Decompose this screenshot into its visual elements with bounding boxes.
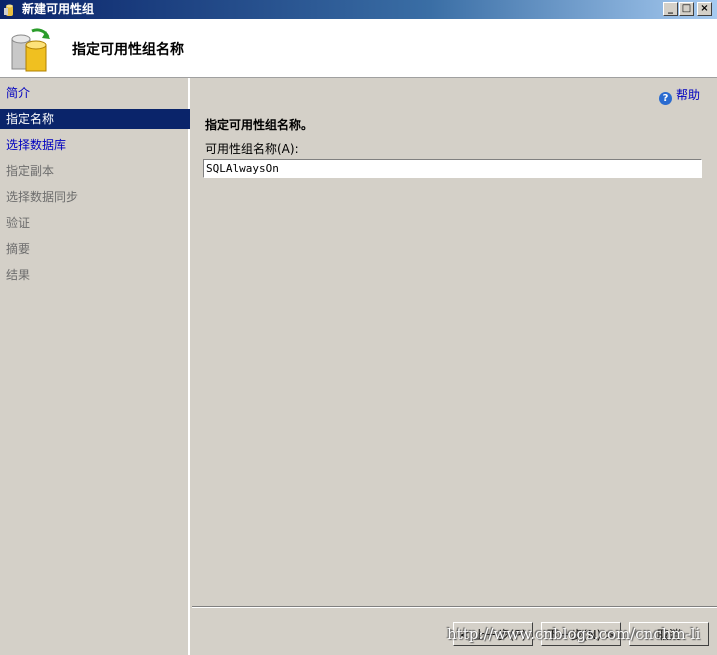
minimize-button[interactable]: _ [663,2,678,16]
help-link[interactable]: ? 帮助 [658,86,700,105]
ag-name-input[interactable] [203,159,702,178]
sidebar-item-intro[interactable]: 简介 [0,83,190,103]
next-button[interactable]: 下一步(N) > [541,622,621,646]
section-title: 指定可用性组名称。 [205,118,314,132]
sidebar-item-specify-name[interactable]: 指定名称 [0,109,190,129]
app-icon [4,4,13,16]
availability-group-icon [11,28,50,72]
previous-button[interactable]: < 上一步(P) [453,622,533,646]
wizard-header: 指定可用性组名称 [0,19,717,78]
sidebar-item-specify-replicas: 指定副本 [6,164,55,178]
ag-name-label: 可用性组名称(A): [205,142,299,156]
sidebar-item-validation: 验证 [6,216,31,230]
window-title: 新建可用性组 [22,2,95,16]
close-button[interactable]: × [697,2,712,16]
sidebar-item-results: 结果 [6,268,31,282]
sidebar-item-data-sync: 选择数据同步 [6,190,79,204]
help-label: 帮助 [675,88,700,102]
footer-divider [192,606,717,608]
sidebar-item-summary: 摘要 [6,242,31,256]
title-bar[interactable]: 新建可用性组 _ □ × [0,0,717,19]
cancel-button[interactable]: 取消 [629,622,709,646]
sidebar-item-select-databases[interactable]: 选择数据库 [0,135,190,155]
help-icon: ? [658,92,672,105]
maximize-button[interactable]: □ [679,2,694,16]
main-panel: ? 帮助 指定可用性组名称。 可用性组名称(A): [192,78,717,606]
wizard-steps-sidebar: 简介 指定名称 选择数据库 指定副本 选择数据同步 验证 摘要 结果 [0,78,190,655]
page-heading: 指定可用性组名称 [72,42,184,58]
